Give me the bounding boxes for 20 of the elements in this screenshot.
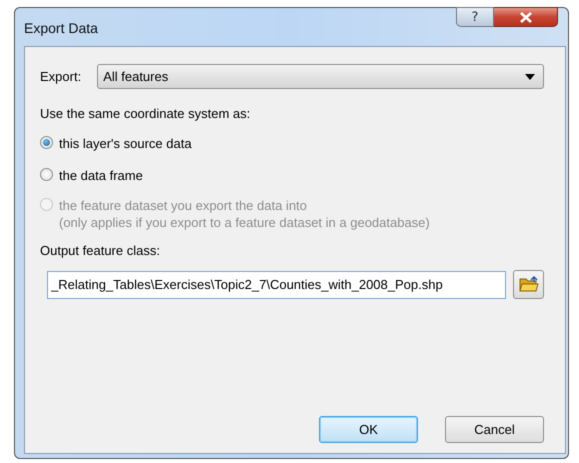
dropdown-arrow-icon [525,74,535,80]
output-path-field[interactable]: _Relating_Tables\Exercises\Topic2_7\Counties_with_2008_Pop.shp [47,270,506,298]
close-button[interactable] [494,7,558,27]
help-button[interactable]: ? [456,7,494,27]
folder-icon [518,276,539,293]
radio-button[interactable] [40,136,53,149]
radio-button[interactable] [40,168,53,181]
cancel-button[interactable]: Cancel [445,416,544,443]
radio-label: the data frame [59,167,143,184]
export-label: Export: [40,69,82,84]
radio-note: (only applies if you export to a feature dataset in a geodatabase) [59,214,430,231]
output-label: Output feature class: [40,243,161,258]
radio-label: the feature dataset you export the data into [59,197,308,214]
export-dropdown[interactable]: All features [97,64,544,89]
coordinate-system-label: Use the same coordinate system as: [40,106,252,121]
close-icon [518,12,532,22]
browse-button[interactable] [513,270,544,299]
ok-button[interactable]: OK [319,416,418,443]
window-title: Export Data [24,19,98,36]
radio-label: this layer's source data [59,135,192,152]
